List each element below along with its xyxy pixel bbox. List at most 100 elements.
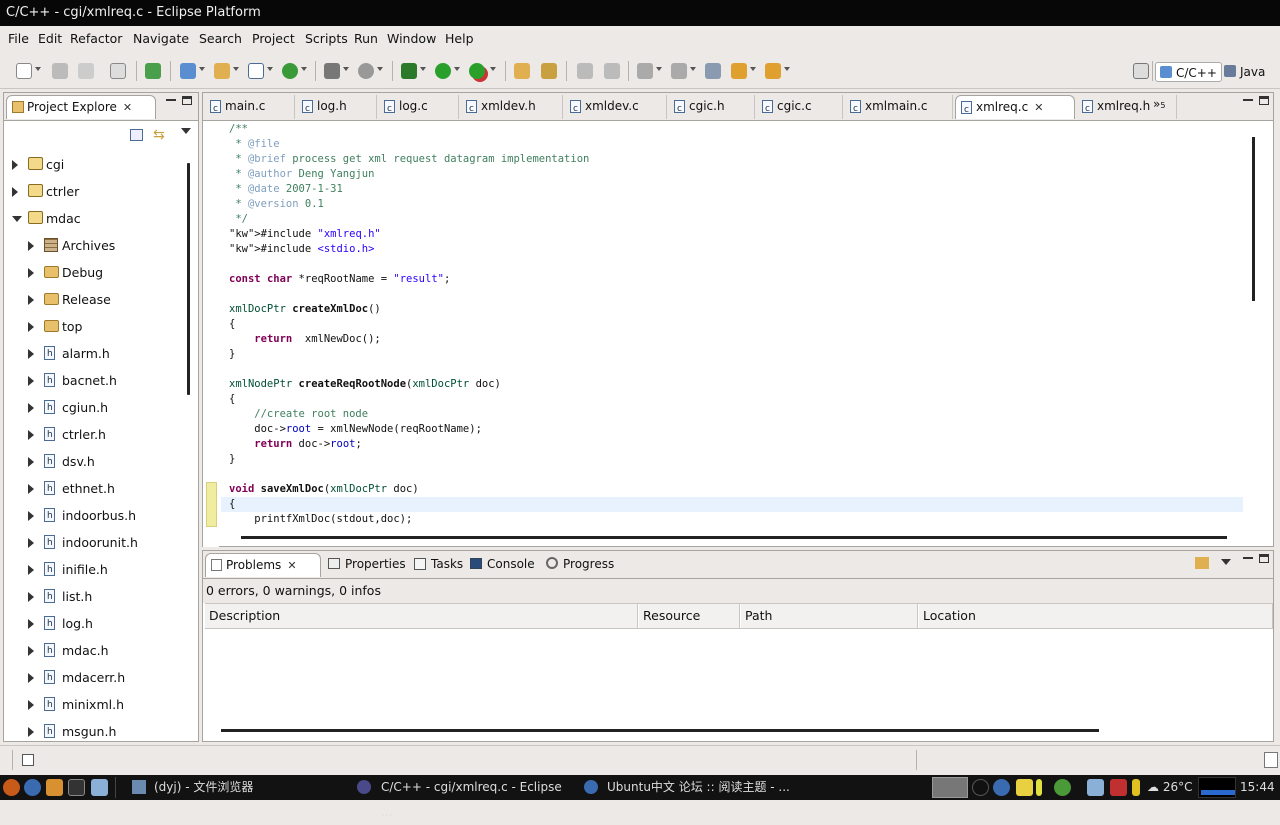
code-line[interactable]: "kw">#include <stdio.h> xyxy=(229,242,374,257)
menu-help[interactable]: Help xyxy=(445,31,474,46)
code-line[interactable]: { xyxy=(229,392,235,407)
tree-item[interactable]: ctrler.h xyxy=(4,421,184,449)
editor-tab[interactable]: log.c xyxy=(379,95,459,120)
tree-item[interactable]: mdac xyxy=(4,205,184,232)
ubuntu-menu-icon[interactable] xyxy=(3,779,20,796)
tab-project-explorer[interactable]: Project Explore ✕ xyxy=(6,95,156,119)
code-editor[interactable]: /** * @file * @brief process get xml req… xyxy=(203,122,1243,547)
problems-hscrollbar[interactable] xyxy=(221,729,1099,732)
expand-icon[interactable] xyxy=(28,511,34,521)
menu-project[interactable]: Project xyxy=(252,31,295,46)
task-eclipse[interactable]: C/C++ - cgi/xmlreq.c - Eclipse ... xyxy=(355,775,575,819)
app-launcher-icon[interactable] xyxy=(46,779,63,796)
menu-navigate[interactable]: Navigate xyxy=(133,31,189,46)
clean-icon[interactable] xyxy=(358,63,374,79)
browser-icon[interactable] xyxy=(24,779,41,796)
menu-window[interactable]: Window xyxy=(387,31,436,46)
maximize-icon[interactable] xyxy=(182,96,192,105)
expand-icon[interactable] xyxy=(28,268,34,278)
tree-item[interactable]: bacnet.h xyxy=(4,367,184,395)
code-line[interactable]: const char *reqRootName = "result"; xyxy=(229,272,450,287)
close-icon[interactable]: ✕ xyxy=(123,97,132,119)
perspective-java[interactable]: Java xyxy=(1220,62,1269,82)
column-path[interactable]: Path xyxy=(741,604,918,628)
tree-item[interactable]: cgi xyxy=(4,151,184,178)
code-line[interactable]: } xyxy=(229,347,235,362)
tray-chat-icon[interactable] xyxy=(1054,779,1071,796)
editor-vscrollbar[interactable] xyxy=(1252,137,1255,301)
new-file-icon[interactable] xyxy=(248,63,264,79)
close-icon[interactable]: ✕ xyxy=(1034,97,1043,119)
print-icon[interactable] xyxy=(78,63,94,79)
code-line[interactable]: //create root node xyxy=(229,407,368,422)
tree-item[interactable]: indoorunit.h xyxy=(4,529,184,557)
tray-icon-1[interactable] xyxy=(972,779,989,796)
tree-item[interactable]: Release xyxy=(4,286,184,313)
code-line[interactable]: return doc->root; xyxy=(229,437,362,452)
tray-editor-icon[interactable] xyxy=(1016,779,1033,796)
collapse-all-icon[interactable] xyxy=(130,129,143,141)
code-line[interactable]: { xyxy=(229,497,235,512)
tree-item[interactable]: msgun.h xyxy=(4,718,184,741)
clock[interactable]: 15:44 xyxy=(1240,775,1275,800)
editor-tab[interactable]: cgic.c xyxy=(757,95,843,120)
expand-icon[interactable] xyxy=(28,322,34,332)
toggle-icon[interactable] xyxy=(577,63,593,79)
fast-view-icon[interactable] xyxy=(22,754,34,766)
view-menu-icon[interactable] xyxy=(181,128,191,134)
editor-maximize-icon[interactable] xyxy=(1259,96,1269,105)
editor-tab[interactable]: xmldev.c xyxy=(565,95,667,120)
prev-annotation-icon[interactable] xyxy=(671,63,687,79)
expand-icon[interactable] xyxy=(28,430,34,440)
open-element-icon[interactable] xyxy=(541,63,557,79)
editor-tabs-overflow[interactable]: »5 xyxy=(1153,97,1165,111)
column-resource[interactable]: Resource xyxy=(639,604,740,628)
expand-icon[interactable] xyxy=(12,160,18,170)
code-line[interactable]: /** xyxy=(229,122,248,137)
code-line[interactable]: xmlDocPtr createXmlDoc() xyxy=(229,302,381,317)
expand-icon[interactable] xyxy=(28,376,34,386)
run-icon[interactable] xyxy=(435,63,451,79)
tree-item[interactable]: ctrler xyxy=(4,178,184,205)
open-perspective-icon[interactable] xyxy=(1133,63,1149,79)
editor-hscrollbar[interactable] xyxy=(241,536,1227,539)
editor-tab[interactable]: cgic.h xyxy=(669,95,755,120)
tray-alert-icon[interactable] xyxy=(1110,779,1127,796)
tree-item[interactable]: Debug xyxy=(4,259,184,286)
terminal-icon[interactable] xyxy=(68,779,85,796)
code-line[interactable]: * @brief process get xml request datagra… xyxy=(229,152,589,167)
editor-tab[interactable]: log.h xyxy=(297,95,377,120)
expand-icon[interactable] xyxy=(28,484,34,494)
last-edit-icon[interactable] xyxy=(705,63,721,79)
editor-tab[interactable]: xmldev.h xyxy=(461,95,563,120)
expand-icon[interactable] xyxy=(28,538,34,548)
menu-scripts[interactable]: Scripts xyxy=(305,31,348,46)
tray-network-icon[interactable] xyxy=(1087,779,1104,796)
menu-file[interactable]: File xyxy=(8,31,29,46)
tab-problems[interactable]: Problems ✕ xyxy=(205,553,321,577)
column-description[interactable]: Description xyxy=(205,604,638,628)
editor-minimize-icon[interactable] xyxy=(1243,99,1253,101)
expand-icon[interactable] xyxy=(28,727,34,737)
tray-browser-icon[interactable] xyxy=(993,779,1010,796)
task-file-browser[interactable]: (dyj) - 文件浏览器 xyxy=(130,775,340,800)
expand-icon[interactable] xyxy=(28,700,34,710)
tab-console[interactable]: Console xyxy=(467,553,535,577)
code-line[interactable]: { xyxy=(229,317,235,332)
binary-icon[interactable] xyxy=(110,63,126,79)
code-line[interactable]: } xyxy=(229,452,235,467)
problems-minimize-icon[interactable] xyxy=(1243,557,1253,559)
tree-item[interactable]: log.h xyxy=(4,610,184,638)
tree-item[interactable]: mdacerr.h xyxy=(4,664,184,692)
tree-item[interactable]: ethnet.h xyxy=(4,475,184,503)
new-class-icon[interactable] xyxy=(282,63,298,79)
editor-tab[interactable]: xmlmain.c xyxy=(845,95,953,120)
workspace-switcher[interactable] xyxy=(932,777,968,798)
close-icon[interactable]: ✕ xyxy=(287,555,296,577)
problems-view-menu-icon[interactable] xyxy=(1221,559,1231,565)
expand-icon[interactable] xyxy=(28,673,34,683)
code-line[interactable]: * @author Deng Yangjun xyxy=(229,167,374,182)
code-line[interactable]: xmlNodePtr createReqRootNode(xmlDocPtr d… xyxy=(229,377,501,392)
new-project-icon[interactable] xyxy=(180,63,196,79)
tree-item[interactable]: inifile.h xyxy=(4,556,184,584)
